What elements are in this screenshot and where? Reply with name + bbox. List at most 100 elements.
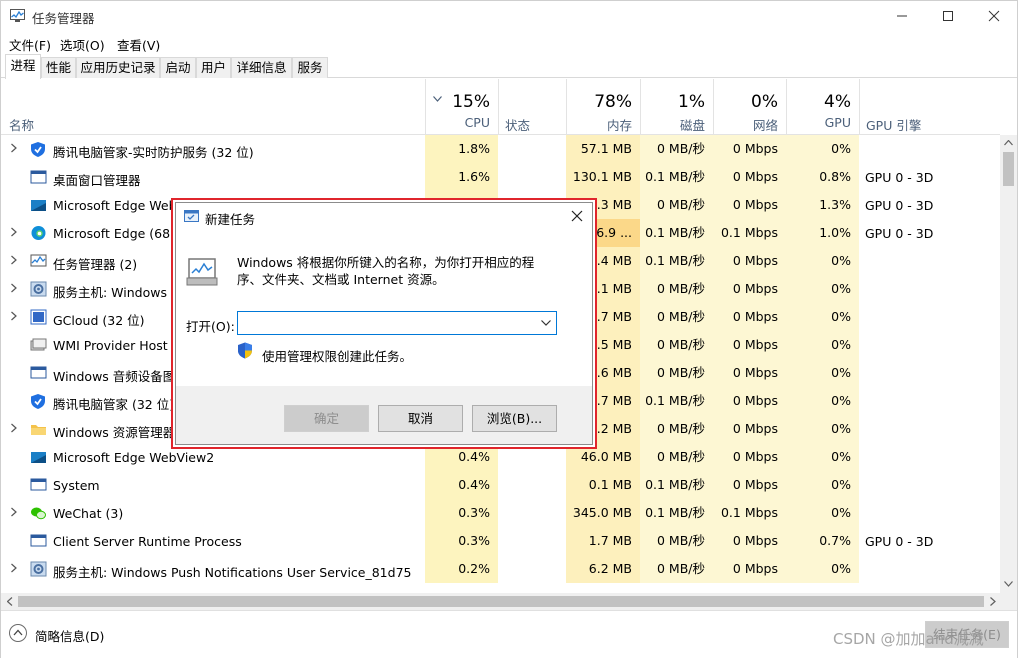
memory-value: 6.2 MB (588, 561, 632, 576)
uac-shield-icon (238, 342, 252, 359)
admin-privilege-text: 使用管理权限创建此任务。 (262, 349, 413, 364)
tab-strip: 进程 性能 应用历史记录 启动 用户 详细信息 服务 (1, 54, 1017, 79)
process-row[interactable]: WeChat (3) 0.3% 345.0 MB 0.1 MB/秒 0.1 Mbps 0% (1, 499, 1001, 527)
menu-view[interactable]: 查看(V) (117, 35, 160, 54)
tab-details[interactable]: 详细信息 (231, 57, 292, 78)
cpu-value: 1.6% (458, 169, 490, 184)
column-header-name[interactable]: 名称 (1, 79, 425, 135)
memory-value: 345.0 MB (572, 505, 632, 520)
column-label-name: 名称 (9, 118, 35, 133)
system-icon (30, 478, 47, 491)
network-total-pct: 0% (751, 92, 778, 112)
column-label-status: 状态 (505, 118, 531, 133)
disk-value: 0 MB/秒 (657, 141, 705, 156)
menu-file[interactable]: 文件(F) (9, 35, 51, 54)
expand-chevron-icon[interactable] (10, 423, 18, 433)
process-row[interactable]: 服务主机: Windows Push Notifications User Se… (1, 555, 1001, 583)
cpu-value: 0.2% (458, 561, 490, 576)
minimize-button[interactable] (879, 1, 925, 31)
network-value: 0 Mbps (732, 365, 778, 380)
disk-value: 0 MB/秒 (657, 337, 705, 352)
explorer-folder-icon (31, 425, 46, 435)
network-value: 0 Mbps (732, 337, 778, 352)
memory-value: 57.1 MB (580, 141, 632, 156)
process-row[interactable]: Client Server Runtime Process 0.3% 1.7 MB 0… (1, 527, 1001, 555)
gpu-value: 0.8% (819, 169, 851, 184)
column-header-network[interactable]: 0% 网络 (713, 79, 786, 135)
vertical-scrollbar[interactable] (1000, 135, 1017, 593)
disk-value: 0 MB/秒 (657, 449, 705, 464)
scroll-up-icon[interactable] (1004, 140, 1013, 146)
network-value: 0 Mbps (732, 141, 778, 156)
horizontal-scroll-thumb[interactable] (18, 596, 984, 607)
gpu-value: 1.3% (819, 197, 851, 212)
dialog-description: Windows 将根据你所键入的名称，为你打开相应的程序、文件夹、文档或 Int… (237, 255, 535, 287)
expand-chevron-icon[interactable] (10, 563, 18, 573)
expand-chevron-icon[interactable] (10, 507, 18, 517)
dialog-close-button[interactable] (566, 206, 588, 226)
tab-services[interactable]: 服务 (292, 57, 328, 78)
process-name: WMI Provider Host (53, 338, 168, 353)
open-combobox[interactable] (237, 311, 557, 335)
gpu-value: 1.0% (819, 225, 851, 240)
vertical-scroll-thumb[interactable] (1003, 152, 1014, 186)
column-header-gpu-engine[interactable]: GPU 引擎 (859, 79, 1000, 135)
maximize-button[interactable] (925, 1, 971, 31)
horizontal-scrollbar[interactable] (1, 593, 1017, 610)
tab-users[interactable]: 用户 (196, 57, 231, 78)
close-button[interactable] (971, 1, 1017, 31)
scroll-left-icon[interactable] (7, 597, 13, 606)
tab-app-history[interactable]: 应用历史记录 (76, 57, 160, 78)
disk-value: 0 MB/秒 (657, 281, 705, 296)
gpu-value: 0.7% (819, 533, 851, 548)
edge-webview-icon (31, 452, 46, 463)
process-row[interactable]: System 0.4% 0.1 MB 0.1 MB/秒 0 Mbps 0% (1, 471, 1001, 499)
scroll-down-icon[interactable] (1004, 581, 1013, 587)
run-dialog-icon (184, 210, 199, 222)
column-header-disk[interactable]: 1% 磁盘 (640, 79, 713, 135)
tab-processes[interactable]: 进程 (5, 54, 41, 79)
maximize-icon (943, 11, 953, 21)
cpu-value: 1.8% (458, 141, 490, 156)
expand-chevron-icon[interactable] (10, 311, 18, 321)
column-header-memory[interactable]: 78% 内存 (566, 79, 640, 135)
process-name: GCloud (32 位) (53, 313, 145, 328)
cpu-value: 0.4% (458, 477, 490, 492)
process-name: Microsoft Edge (68) (53, 226, 175, 241)
cancel-button[interactable]: 取消 (378, 405, 463, 432)
expand-chevron-icon[interactable] (10, 143, 18, 153)
scroll-right-icon[interactable] (990, 597, 996, 606)
network-value: 0 Mbps (732, 393, 778, 408)
process-row[interactable]: 腾讯电脑管家-实时防护服务 (32 位) 1.8% 57.1 MB 0 MB/秒 0 M… (1, 135, 1001, 163)
brief-info-link[interactable]: 简略信息(D) (35, 626, 104, 645)
process-name: WeChat (3) (53, 506, 124, 521)
process-row[interactable]: 桌面窗口管理器 1.6% 130.1 MB 0.1 MB/秒 0 Mbps 0.8% GPU… (1, 163, 1001, 191)
column-header-cpu[interactable]: 15% CPU (425, 79, 498, 135)
gpu-value: 0% (831, 365, 851, 380)
column-label-disk: 磁盘 (679, 118, 705, 133)
menu-options[interactable]: 选项(O) (60, 35, 105, 54)
disk-value: 0.1 MB/秒 (645, 477, 705, 492)
process-name: 腾讯电脑管家-实时防护服务 (32 位) (53, 145, 254, 160)
close-icon (988, 10, 1000, 22)
ok-button[interactable]: 确定 (284, 405, 369, 432)
gpu-value: 0% (831, 393, 851, 408)
expand-chevron-icon[interactable] (10, 283, 18, 293)
tab-performance[interactable]: 性能 (41, 57, 76, 78)
gpu-engine-value: GPU 0 - 3D (865, 198, 934, 213)
column-header-gpu[interactable]: 4% GPU (786, 79, 859, 135)
expand-chevron-icon[interactable] (10, 255, 18, 265)
disk-total-pct: 1% (678, 92, 705, 112)
footer: 简略信息(D) 结束任务(E) CSDN @加加and减减 (1, 610, 1017, 658)
browse-button[interactable]: 浏览(B)... (472, 405, 557, 432)
service-host-icon (30, 561, 47, 577)
gpu-value: 0% (831, 337, 851, 352)
tab-startup[interactable]: 启动 (160, 57, 196, 78)
column-header-status[interactable]: 状态 (498, 79, 566, 135)
chevron-down-icon[interactable] (541, 320, 551, 326)
collapse-circle-icon[interactable] (9, 624, 27, 642)
task-manager-icon (30, 254, 47, 267)
gpu-value: 0% (831, 449, 851, 464)
disk-value: 0.1 MB/秒 (645, 169, 705, 184)
expand-chevron-icon[interactable] (10, 227, 18, 237)
